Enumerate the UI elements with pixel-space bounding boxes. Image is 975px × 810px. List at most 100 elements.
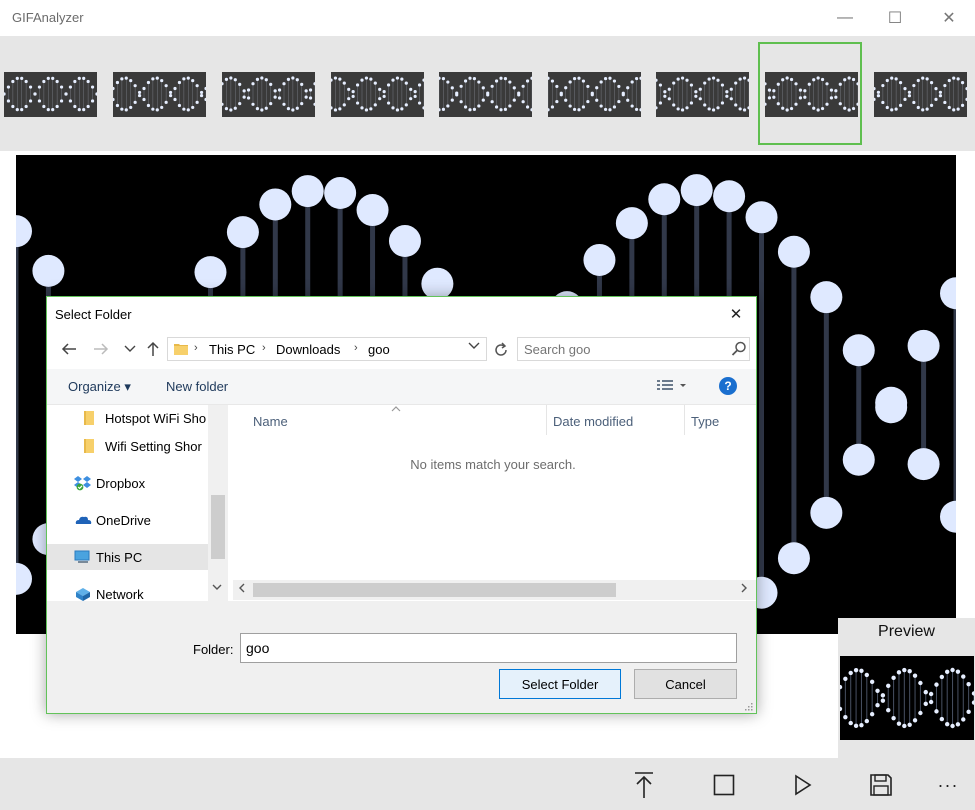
horizontal-scrollbar[interactable]: [233, 580, 756, 600]
helix-node: [943, 100, 947, 105]
stop-button[interactable]: [704, 768, 744, 802]
folder-name-input[interactable]: [240, 633, 737, 663]
dialog-close-button[interactable]: ✕: [723, 303, 749, 325]
frame-thumbnail[interactable]: [113, 72, 206, 117]
helix-node: [490, 100, 494, 104]
helix-node: [820, 106, 825, 111]
helix-node: [928, 699, 934, 705]
address-bar[interactable]: › This PC › Downloads › goo: [167, 337, 487, 361]
helix-node: [222, 82, 224, 86]
helix-node: [486, 91, 490, 95]
nav-item-network[interactable]: Network: [47, 581, 208, 601]
cancel-button[interactable]: Cancel: [634, 669, 737, 699]
frame-thumbnail[interactable]: [765, 72, 858, 117]
helix-node: [391, 78, 395, 82]
helix-node: [918, 680, 923, 686]
breadcrumb-this-pc[interactable]: This PC: [209, 342, 255, 357]
up-folder-button[interactable]: [143, 339, 163, 359]
organize-menu-button[interactable]: Organize ▾: [68, 379, 131, 395]
helix-node: [894, 77, 898, 81]
maximize-button[interactable]: ☐: [872, 0, 918, 36]
frame-thumbnail[interactable]: [874, 72, 967, 117]
helix-node: [772, 95, 776, 99]
breadcrumb-goo[interactable]: goo: [368, 342, 390, 357]
helix-node: [725, 94, 729, 98]
helix-node: [738, 107, 742, 111]
helix-node: [477, 104, 481, 108]
new-folder-button[interactable]: New folder: [166, 379, 228, 394]
helix-node: [767, 88, 772, 92]
helix-node: [834, 89, 838, 93]
helix-node: [907, 448, 940, 481]
nav-scroll-thumb[interactable]: [211, 495, 225, 559]
frame-thumbnail[interactable]: [222, 72, 315, 117]
frame-thumbnail[interactable]: [548, 72, 641, 117]
help-icon[interactable]: ?: [719, 377, 737, 395]
nav-item-wifi-setting[interactable]: Wifi Setting Shor: [47, 433, 208, 459]
frame-thumbnail[interactable]: [4, 72, 97, 117]
scroll-left-arrow-icon[interactable]: [238, 583, 245, 596]
frame-thumbnail[interactable]: [439, 72, 532, 117]
helix-node: [745, 201, 778, 234]
helix-node: [720, 83, 725, 87]
helix-node: [264, 78, 268, 82]
helix-node: [521, 100, 525, 104]
column-header-type[interactable]: Type: [685, 405, 755, 435]
select-folder-button[interactable]: Select Folder: [499, 669, 621, 699]
forward-button[interactable]: [91, 339, 111, 359]
helix-node: [785, 108, 789, 112]
helix-node: [191, 105, 195, 110]
nav-pane-scrollbar[interactable]: [208, 405, 228, 601]
helix-node: [400, 77, 404, 81]
helix-node: [499, 76, 503, 80]
helix-node: [807, 102, 811, 106]
helix-node: [634, 107, 639, 112]
helix-node: [224, 106, 229, 111]
helix-node: [820, 77, 825, 82]
nav-item-dropbox[interactable]: Dropbox: [47, 470, 208, 496]
back-button[interactable]: [59, 339, 79, 359]
helix-node: [781, 106, 785, 110]
helix-node: [765, 102, 767, 106]
nav-item-label: OneDrive: [96, 513, 151, 528]
view-options-icon[interactable]: [656, 378, 686, 394]
address-dropdown-button[interactable]: [468, 341, 480, 353]
helix-node: [82, 107, 86, 112]
nav-item-this-pc[interactable]: This PC: [47, 544, 208, 570]
play-button[interactable]: [783, 768, 823, 802]
helix-node: [199, 93, 204, 98]
helix-node: [934, 682, 939, 687]
resize-grip-icon[interactable]: [743, 701, 753, 711]
search-icon[interactable]: [731, 341, 747, 357]
minimize-button[interactable]: —: [822, 0, 868, 36]
helix-node: [918, 710, 923, 716]
horizontal-scroll-thumb[interactable]: [253, 583, 616, 597]
search-input[interactable]: [524, 341, 724, 357]
helix-node: [880, 698, 886, 703]
recent-locations-button[interactable]: [120, 339, 140, 359]
save-button[interactable]: [861, 768, 901, 802]
helix-node: [568, 80, 572, 84]
column-header-date-modified[interactable]: Date modified: [547, 405, 685, 435]
refresh-button[interactable]: [489, 338, 513, 362]
close-window-button[interactable]: ✕: [926, 0, 972, 36]
helix-node: [680, 76, 685, 80]
helix-node: [15, 107, 19, 112]
helix-node: [851, 77, 856, 82]
column-header-name[interactable]: Name: [247, 405, 547, 435]
frame-thumbnail[interactable]: [656, 72, 749, 117]
column-header-label: Type: [691, 414, 720, 429]
helix-node: [6, 99, 11, 103]
frame-thumbnail[interactable]: [331, 72, 424, 117]
helix-node: [912, 673, 918, 678]
nav-item-onedrive[interactable]: OneDrive: [47, 507, 208, 533]
nav-item-hotspot-wifi[interactable]: Hotspot WiFi Sho: [47, 405, 208, 431]
breadcrumb-downloads[interactable]: Downloads: [276, 342, 340, 357]
helix-node: [789, 77, 794, 82]
helix-node: [347, 97, 351, 101]
scroll-down-arrow-icon[interactable]: [212, 583, 222, 594]
helix-node: [781, 78, 785, 82]
upload-button[interactable]: [624, 768, 664, 802]
scroll-right-arrow-icon[interactable]: [741, 583, 748, 596]
more-options-button[interactable]: ···: [928, 768, 968, 802]
